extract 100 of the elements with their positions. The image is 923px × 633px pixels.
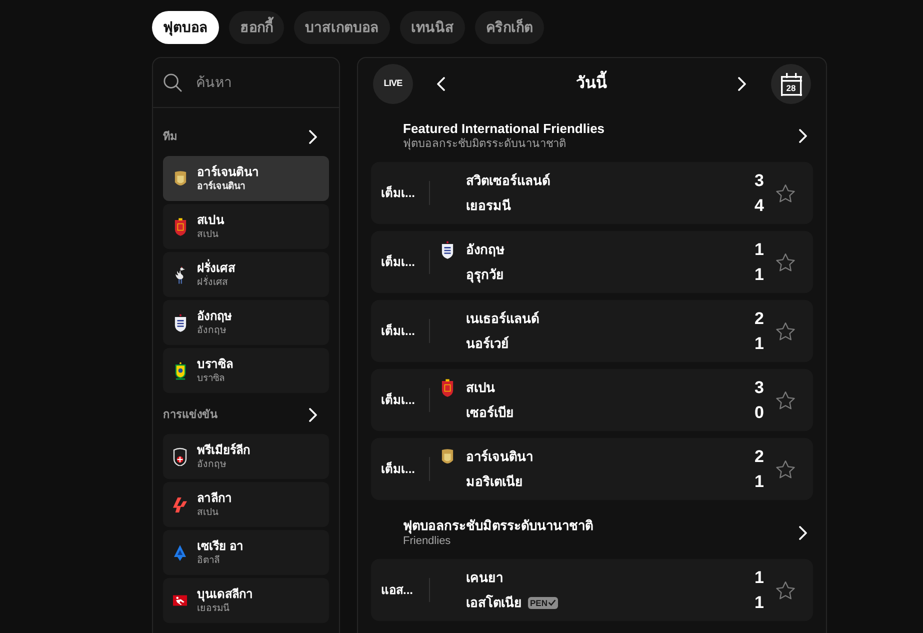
team-score: 4 bbox=[754, 194, 764, 217]
star-icon[interactable] bbox=[776, 252, 795, 272]
match-card[interactable]: เต็มเ... เนเธอร์แลนด์ 2 นอร์เวย์ 1 bbox=[371, 300, 813, 362]
item-subtitle: อาร์เจนตินา bbox=[197, 180, 246, 192]
calendar-button[interactable]: 28 bbox=[771, 64, 811, 104]
sidebar-item[interactable]: ฝรั่งเศส ฝรั่งเศส bbox=[163, 252, 329, 297]
team-score: 3 bbox=[754, 376, 764, 399]
shield-icon bbox=[173, 447, 187, 466]
team-score: 1 bbox=[754, 238, 764, 261]
search-field[interactable]: ค้นหา bbox=[196, 72, 316, 93]
team-score: 1 bbox=[754, 332, 764, 355]
team-name: เยอรมนี bbox=[466, 196, 511, 215]
search-icon bbox=[163, 73, 182, 92]
match-card[interactable]: เต็มเ... อังกฤษ 1 อุรุกวัย 1 bbox=[371, 231, 813, 293]
item-subtitle: ฝรั่งเศส bbox=[197, 276, 229, 288]
team-name: เซอร์เบีย bbox=[466, 404, 514, 422]
league-subtitle: ฟุตบอลกระชับมิตรระดับนานาชาติ bbox=[403, 136, 567, 152]
item-title: ฝรั่งเศส bbox=[197, 260, 235, 275]
sport-tab[interactable]: บาสเกตบอล bbox=[294, 11, 390, 44]
team-score: 1 bbox=[754, 566, 764, 589]
star-icon[interactable] bbox=[776, 460, 795, 478]
match-card[interactable]: เต็มเ... สเปน 3 เซอร์เบีย 0 bbox=[371, 369, 813, 431]
sidebar-item[interactable]: บุนเดสลีกา เยอรมนี bbox=[163, 578, 329, 623]
match-status: เต็มเ... bbox=[381, 322, 416, 340]
team-score: 1 bbox=[754, 470, 764, 493]
bird-icon bbox=[174, 266, 186, 284]
team-name: เคนยา bbox=[466, 568, 503, 587]
team-name: เอสโตเนีย bbox=[466, 594, 522, 612]
chevron-left-icon[interactable] bbox=[437, 77, 445, 91]
league-title: ฟุตบอลกระชับมิตรระดับนานาชาติ bbox=[403, 518, 594, 534]
item-title: สเปน bbox=[197, 212, 224, 228]
match-card[interactable]: แอส... เคนยา 1 เอสโตเนีย PEN 1 bbox=[371, 559, 813, 621]
team-score: 2 bbox=[754, 308, 764, 330]
item-subtitle: สเปน bbox=[197, 228, 220, 240]
shield-icon bbox=[174, 362, 186, 380]
team-score: 1 bbox=[754, 592, 764, 614]
item-title: บราซิล bbox=[197, 356, 233, 372]
sport-tab[interactable]: คริกเก็ต bbox=[475, 11, 544, 44]
team-score: 3 bbox=[754, 170, 764, 192]
player-logo-icon bbox=[173, 594, 187, 607]
team-name: สวิตเซอร์แลนด์ bbox=[466, 172, 550, 190]
team-name: อังกฤษ bbox=[466, 240, 505, 259]
item-subtitle: บราซิล bbox=[197, 372, 226, 384]
star-icon[interactable] bbox=[776, 390, 795, 410]
chevron-right-icon[interactable] bbox=[309, 408, 317, 422]
section-label: การแข่งขัน bbox=[163, 408, 218, 423]
sport-tab[interactable]: ฮอกกี้ bbox=[229, 11, 284, 44]
day-title: วันนี้ bbox=[456, 72, 727, 96]
sidebar-item[interactable]: ลาลีกา สเปน bbox=[163, 482, 329, 527]
shield-icon bbox=[441, 240, 454, 258]
sport-tab[interactable]: ฟุตบอล bbox=[152, 11, 219, 44]
team-name: อุรุกวัย bbox=[466, 266, 504, 284]
sidebar-item[interactable]: พรีเมียร์ลีก อังกฤษ bbox=[163, 434, 329, 479]
team-name: เนเธอร์แลนด์ bbox=[466, 310, 539, 328]
match-status: เต็มเ... bbox=[381, 184, 416, 202]
sidebar-item[interactable]: สเปน สเปน bbox=[163, 204, 329, 249]
chevron-right-icon[interactable] bbox=[799, 526, 807, 540]
item-title: ลาลีกา bbox=[197, 490, 232, 506]
sport-tab[interactable]: เทนนิส bbox=[400, 11, 465, 44]
sidebar-item[interactable]: บราซิล บราซิล bbox=[163, 348, 329, 393]
team-name: อาร์เจนตินา bbox=[466, 448, 533, 466]
sidebar-item[interactable]: อาร์เจนตินา อาร์เจนตินา bbox=[163, 156, 329, 201]
badge-label: PEN bbox=[530, 596, 548, 608]
match-status: เต็มเ... bbox=[381, 392, 416, 409]
match-card[interactable]: เต็มเ... อาร์เจนตินา 2 มอริเตเนีย 1 bbox=[371, 438, 813, 500]
team-name: สเปน bbox=[466, 378, 495, 397]
league-subtitle: Friendlies bbox=[403, 534, 452, 548]
shield-icon bbox=[441, 378, 454, 396]
shield-icon bbox=[174, 218, 186, 236]
item-title: เซเรีย อา bbox=[197, 538, 244, 554]
spire-icon bbox=[174, 544, 186, 560]
sidebar-item[interactable]: อังกฤษ อังกฤษ bbox=[163, 300, 329, 345]
team-name: นอร์เวย์ bbox=[466, 334, 509, 353]
shield-icon bbox=[174, 314, 186, 332]
live-button[interactable]: LIVE bbox=[373, 64, 413, 104]
chevron-right-icon[interactable] bbox=[738, 77, 746, 91]
item-title: พรีเมียร์ลีก bbox=[197, 442, 250, 458]
shield-icon bbox=[441, 448, 454, 466]
calendar-date: 28 bbox=[780, 72, 802, 96]
chevron-right-icon[interactable] bbox=[309, 130, 317, 144]
team-score: 1 bbox=[754, 264, 764, 286]
star-icon[interactable] bbox=[776, 184, 795, 202]
star-icon[interactable] bbox=[776, 322, 795, 340]
match-status: แอส... bbox=[381, 582, 414, 599]
league-title: Featured International Friendlies bbox=[403, 120, 606, 136]
item-title: อังกฤษ bbox=[197, 308, 232, 324]
item-title: อาร์เจนตินา bbox=[197, 164, 259, 180]
match-card[interactable]: เต็มเ... สวิตเซอร์แลนด์ 3 เยอรมนี 4 bbox=[371, 162, 813, 224]
match-status: เต็มเ... bbox=[381, 460, 416, 478]
check-icon bbox=[548, 599, 556, 606]
team-score: 0 bbox=[754, 402, 764, 424]
slash-icon bbox=[173, 496, 187, 512]
item-subtitle: อิตาลี bbox=[197, 554, 221, 566]
item-subtitle: สเปน bbox=[197, 506, 220, 518]
chevron-right-icon[interactable] bbox=[799, 129, 807, 143]
item-subtitle: อังกฤษ bbox=[197, 458, 227, 470]
star-icon[interactable] bbox=[776, 580, 795, 600]
sidebar-item[interactable]: เซเรีย อา อิตาลี bbox=[163, 530, 329, 575]
match-status: เต็มเ... bbox=[381, 254, 416, 271]
team-name: มอริเตเนีย bbox=[466, 472, 523, 491]
